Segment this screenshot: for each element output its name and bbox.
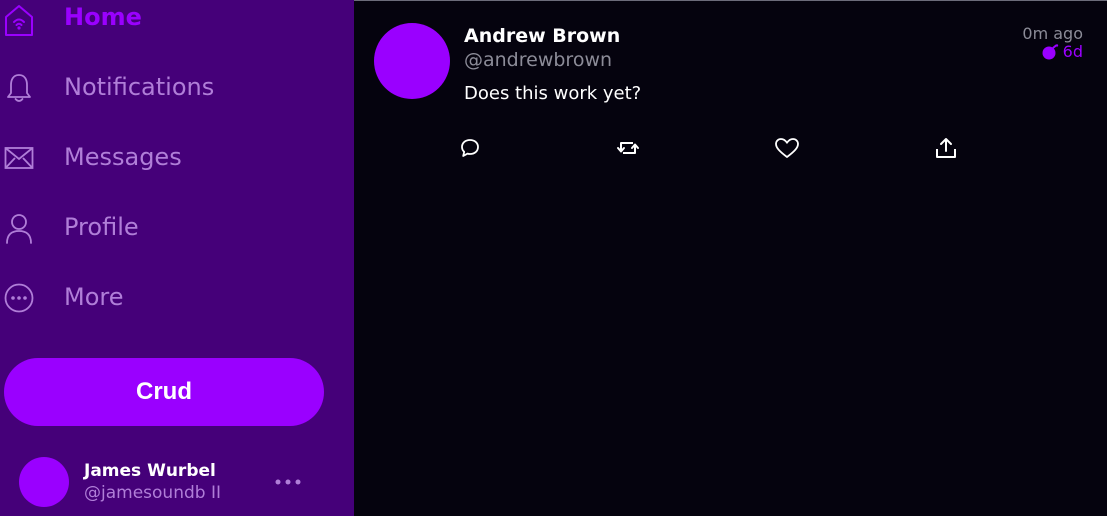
sidebar-item-label: Profile bbox=[64, 213, 139, 241]
sidebar-item-label: Notifications bbox=[64, 73, 215, 101]
main-feed: Andrew Brown @andrewbrown 0m ago 6d Does… bbox=[354, 0, 1107, 516]
envelope-icon bbox=[1, 140, 37, 176]
bomb-icon bbox=[1041, 43, 1059, 60]
tweet-avatar[interactable] bbox=[374, 23, 450, 99]
avatar[interactable] bbox=[19, 457, 69, 507]
home-icon bbox=[1, 2, 37, 38]
sidebar-item-label: More bbox=[64, 283, 124, 311]
sidebar-item-notifications[interactable]: Notifications bbox=[0, 68, 300, 108]
reply-icon[interactable] bbox=[457, 135, 483, 161]
sidebar-item-more[interactable]: More bbox=[0, 278, 300, 318]
account-handle: @jamesoundb II bbox=[84, 483, 221, 503]
account-switcher[interactable]: James Wurbel @jamesoundb II bbox=[0, 452, 354, 516]
sidebar-item-label: Home bbox=[64, 3, 142, 31]
crud-button[interactable]: Crud bbox=[4, 358, 324, 426]
sidebar-item-profile[interactable]: Profile bbox=[0, 208, 300, 248]
sidebar-item-label: Messages bbox=[64, 143, 182, 171]
share-icon[interactable] bbox=[933, 135, 959, 161]
more-circle-icon bbox=[1, 280, 37, 316]
tweet-time: 0m ago bbox=[1022, 24, 1083, 43]
bell-icon bbox=[1, 70, 37, 106]
sidebar-item-home[interactable]: Home bbox=[0, 0, 300, 40]
user-icon bbox=[1, 210, 37, 246]
tweet-handle[interactable]: @andrewbrown bbox=[464, 49, 612, 71]
sidebar-item-messages[interactable]: Messages bbox=[0, 138, 300, 178]
like-icon[interactable] bbox=[774, 135, 800, 161]
sidebar: Home Notifications Messages Profile More… bbox=[0, 0, 354, 516]
tweet[interactable]: Andrew Brown @andrewbrown 0m ago 6d Does… bbox=[354, 1, 1107, 201]
expiry-badge: 6d bbox=[1041, 42, 1083, 61]
account-more-icon[interactable] bbox=[268, 468, 308, 496]
expiry-text: 6d bbox=[1062, 42, 1083, 61]
tweet-author[interactable]: Andrew Brown bbox=[464, 25, 620, 47]
tweet-body: Does this work yet? bbox=[464, 83, 642, 104]
retweet-icon[interactable] bbox=[615, 135, 641, 161]
account-name: James Wurbel bbox=[84, 461, 216, 481]
